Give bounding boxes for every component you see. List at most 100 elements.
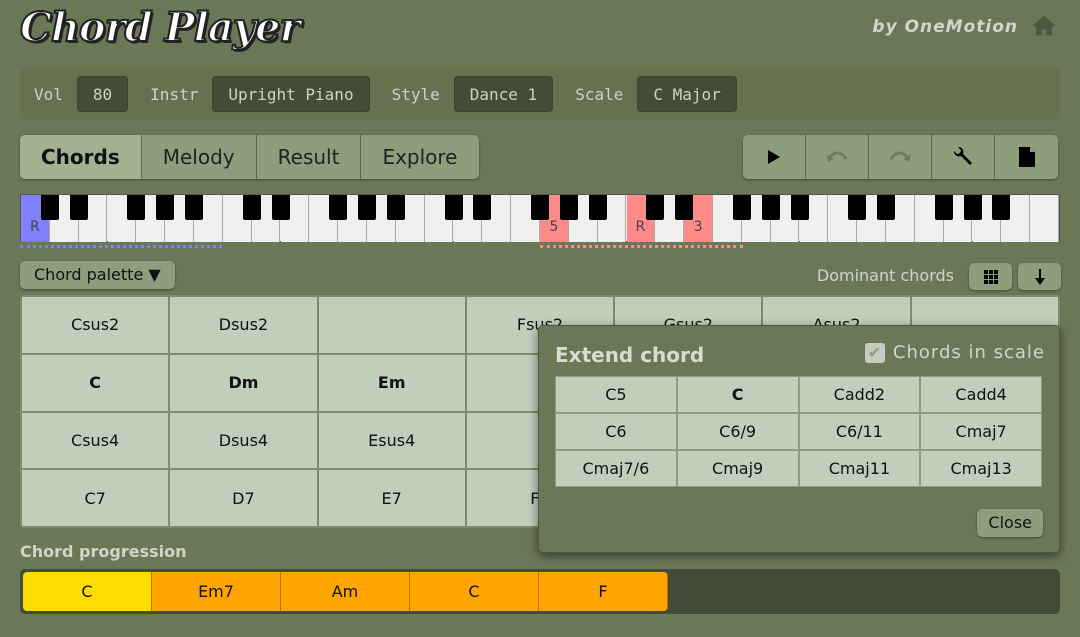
grid-icon: [983, 269, 998, 284]
progression-chord[interactable]: C: [410, 572, 539, 611]
chord-cell[interactable]: D7: [170, 470, 317, 526]
style-label: Style: [391, 84, 440, 104]
black-key[interactable]: [761, 195, 780, 220]
extend-chord-option[interactable]: Cmaj13: [921, 451, 1041, 486]
piano-keyboard[interactable]: R5R3: [20, 194, 1060, 242]
chord-progression-track[interactable]: C Em7 Am C F: [20, 569, 1060, 614]
extend-chord-option[interactable]: Cmaj7: [921, 414, 1041, 449]
byline[interactable]: by OneMotion: [872, 17, 1018, 37]
extend-chord-grid: C5 C Cadd2 Cadd4 C6 C6/9 C6/11 Cmaj7 Cmaj7/6 Cmaj…: [555, 376, 1042, 487]
tab-chords[interactable]: Chords: [20, 135, 142, 179]
black-key[interactable]: [40, 195, 59, 220]
extend-chord-option[interactable]: Cadd2: [799, 377, 920, 412]
progression-chord[interactable]: C: [23, 572, 152, 611]
tab-result[interactable]: Result: [256, 135, 362, 179]
redo-icon: [889, 151, 911, 162]
chord-cell[interactable]: Csus4: [22, 412, 169, 469]
black-key[interactable]: [127, 195, 146, 220]
checkmark-icon[interactable]: ✔: [864, 342, 885, 363]
black-key[interactable]: [559, 195, 578, 220]
black-key[interactable]: [473, 195, 492, 220]
play-icon: [768, 150, 780, 164]
black-key[interactable]: [329, 195, 348, 220]
undo-button[interactable]: [806, 135, 869, 179]
instr-select[interactable]: Upright Piano: [212, 76, 370, 112]
extend-chord-option[interactable]: Cmaj7/6: [556, 451, 676, 486]
extend-chord-option[interactable]: C5: [556, 377, 676, 412]
extend-chord-option[interactable]: C6/11: [799, 414, 920, 449]
chord-cell[interactable]: C7: [22, 470, 169, 526]
black-key[interactable]: [732, 195, 751, 220]
chord-palette-dropdown[interactable]: Chord palette ▼: [20, 261, 175, 289]
black-key[interactable]: [242, 195, 261, 220]
chord-cell[interactable]: Dsus2: [170, 297, 317, 353]
extend-chord-option[interactable]: Cmaj11: [799, 451, 920, 486]
progression-chord[interactable]: Em7: [152, 572, 281, 611]
scale-select[interactable]: C Major: [637, 76, 737, 112]
home-icon[interactable]: [1030, 12, 1058, 40]
vol-label: Vol: [34, 84, 63, 104]
vol-field[interactable]: 80: [76, 76, 129, 112]
chord-cell[interactable]: Csus2: [22, 297, 169, 353]
extend-chord-option[interactable]: C6: [556, 414, 676, 449]
toolbar: [743, 135, 1058, 179]
instr-label: Instr: [150, 84, 199, 104]
close-button[interactable]: Close: [977, 509, 1043, 537]
extend-chord-option[interactable]: C: [677, 377, 798, 412]
black-key[interactable]: [271, 195, 290, 220]
checkbox-label: Chords in scale: [892, 342, 1045, 363]
extend-chord-option[interactable]: Cadd4: [921, 377, 1041, 412]
black-key[interactable]: [444, 195, 463, 220]
chord-cell[interactable]: C: [22, 354, 169, 411]
tab-melody[interactable]: Melody: [141, 135, 257, 179]
grid-view-button[interactable]: [969, 263, 1012, 290]
chord-cell[interactable]: Dsus4: [170, 412, 317, 469]
tab-explore[interactable]: Explore: [361, 135, 479, 179]
black-key[interactable]: [848, 195, 867, 220]
black-key[interactable]: [588, 195, 607, 220]
document-icon: [1018, 147, 1035, 167]
black-key[interactable]: [386, 195, 405, 220]
black-key[interactable]: [963, 195, 982, 220]
black-key[interactable]: [531, 195, 549, 220]
settings-button[interactable]: [932, 135, 995, 179]
undo-icon: [826, 151, 848, 162]
download-button[interactable]: [1018, 263, 1061, 290]
black-key[interactable]: [790, 195, 809, 220]
extend-chord-option[interactable]: C6/9: [677, 414, 798, 449]
black-key[interactable]: [992, 195, 1011, 220]
range-indicator-left: [20, 245, 222, 248]
white-key[interactable]: [1030, 195, 1059, 242]
style-select[interactable]: Dance 1: [453, 76, 554, 112]
palette-mode-label: Dominant chords: [816, 266, 954, 285]
wrench-icon: [953, 146, 972, 165]
chord-cell[interactable]: Esus4: [318, 412, 465, 469]
black-key[interactable]: [877, 195, 895, 220]
chord-cell[interactable]: Dm: [170, 354, 317, 411]
app-logo: Chord Player: [19, 3, 302, 52]
progression-chord[interactable]: Am: [281, 572, 410, 611]
black-key[interactable]: [675, 195, 694, 220]
new-document-button[interactable]: [995, 135, 1058, 179]
extend-chord-option[interactable]: Cmaj9: [677, 451, 798, 486]
black-key[interactable]: [185, 195, 203, 220]
main-tabs: Chords Melody Result Explore: [20, 135, 479, 179]
black-key[interactable]: [646, 195, 665, 220]
arrow-down-icon: [1034, 268, 1045, 285]
black-key[interactable]: [69, 195, 88, 220]
chord-cell[interactable]: Em: [318, 354, 465, 411]
chords-in-scale-checkbox[interactable]: ✔ Chords in scale: [864, 342, 1045, 363]
black-key[interactable]: [934, 195, 953, 220]
settings-bar: Vol 80 Instr Upright Piano Style Dance 1…: [20, 68, 1060, 120]
redo-button[interactable]: [869, 135, 932, 179]
progression-label: Chord progression: [20, 542, 187, 561]
play-button[interactable]: [743, 135, 806, 179]
dialog-title: Extend chord: [555, 343, 705, 367]
black-key[interactable]: [156, 195, 175, 220]
scale-label: Scale: [575, 84, 624, 104]
progression-chord[interactable]: F: [539, 572, 668, 611]
black-key[interactable]: [358, 195, 376, 220]
chord-cell[interactable]: [318, 297, 465, 353]
range-indicator-right: [540, 245, 743, 248]
chord-cell[interactable]: E7: [318, 470, 465, 526]
